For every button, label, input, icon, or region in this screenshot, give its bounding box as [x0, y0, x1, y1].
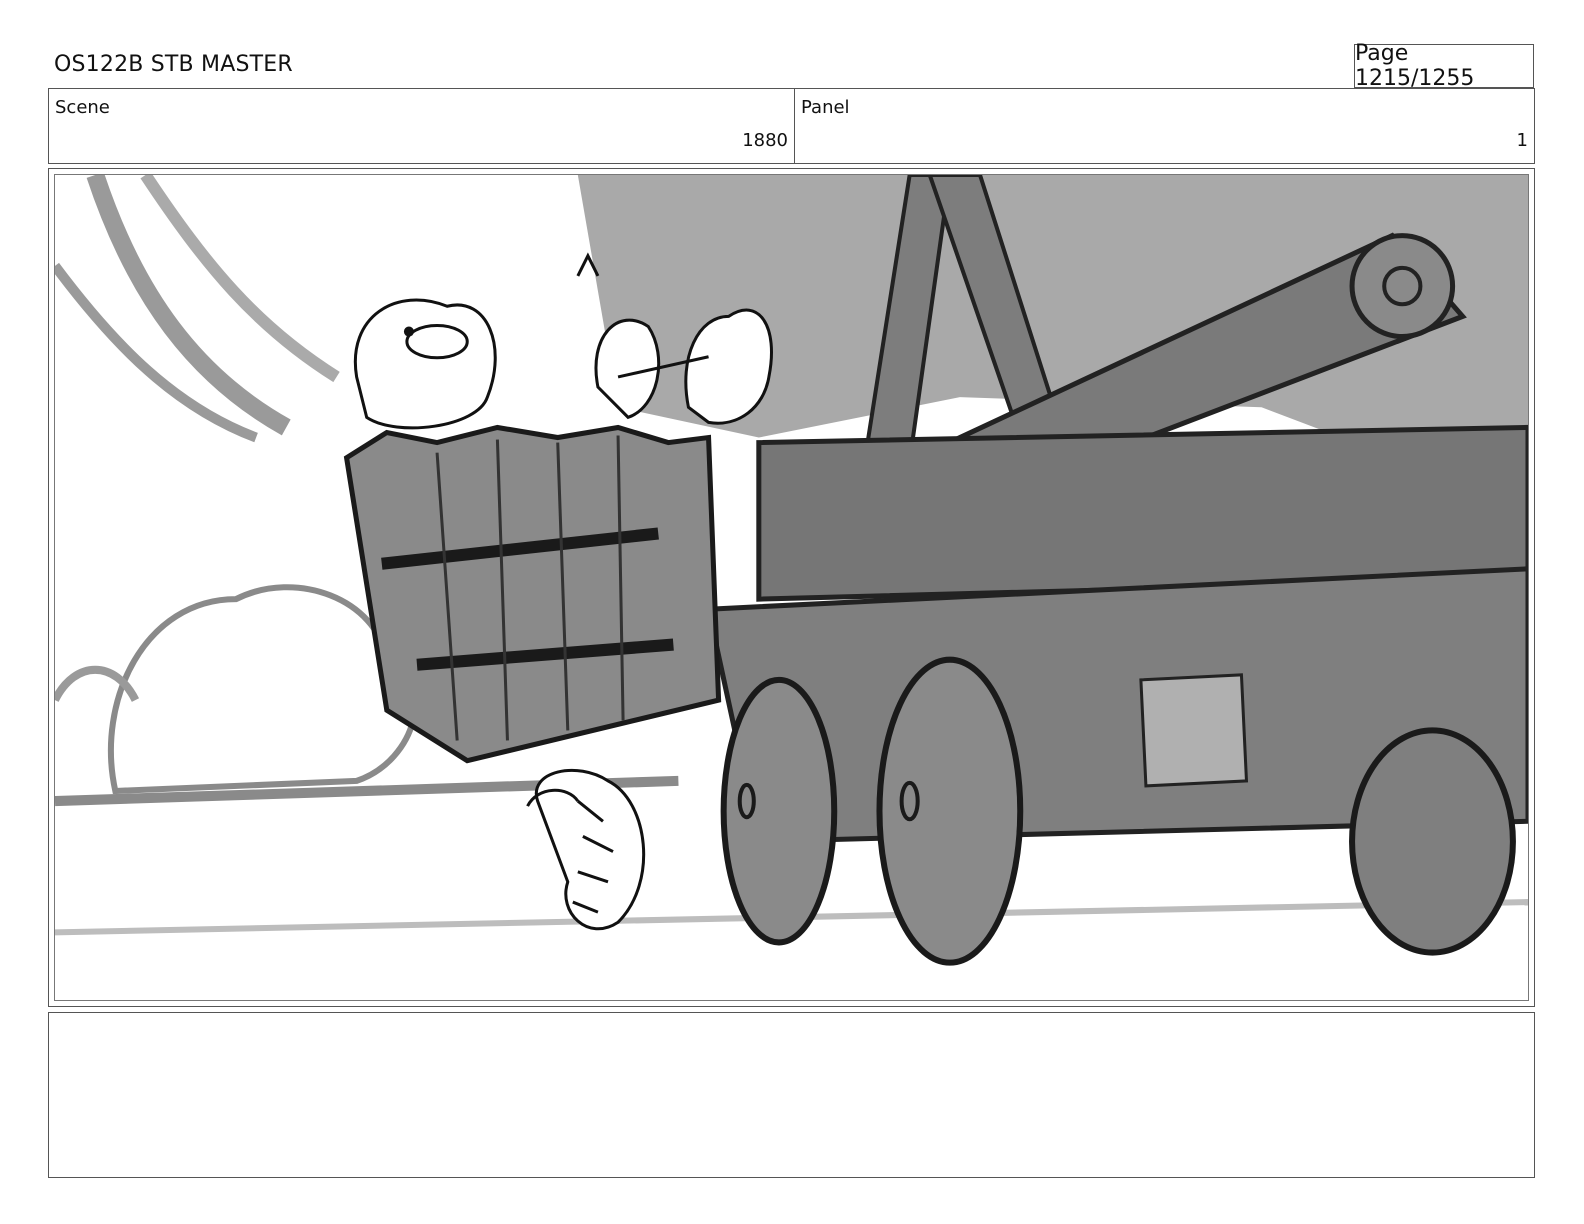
panel-number: 1 [1516, 130, 1528, 151]
panel-cell: Panel 1 [795, 89, 1534, 163]
bg-swoosh-3 [140, 175, 340, 383]
scene-cell: Scene 1880 [49, 89, 795, 163]
chassis-window [1139, 673, 1249, 788]
dust-cloud-2 [55, 665, 140, 703]
storyboard-frame [48, 168, 1535, 1007]
scene-number: 1880 [742, 130, 788, 151]
panel-label: Panel [801, 97, 850, 118]
catapult-sketch-illustration [55, 175, 1528, 966]
catapult-roller [1349, 233, 1456, 340]
storyboard-drawing [54, 174, 1529, 1001]
bg-swoosh-1 [86, 175, 291, 436]
page-indicator: Page 1215/1255 [1354, 41, 1534, 91]
catapult-bucket [343, 424, 722, 764]
wheel-rear [1349, 727, 1516, 956]
scene-panel-row: Scene 1880 Panel 1 [48, 88, 1535, 164]
notes-box [48, 1012, 1535, 1178]
document-title: OS122B STB MASTER [54, 52, 293, 77]
wheel-front-right [876, 656, 1024, 966]
tiger-character [526, 768, 646, 931]
scene-label: Scene [55, 97, 110, 118]
